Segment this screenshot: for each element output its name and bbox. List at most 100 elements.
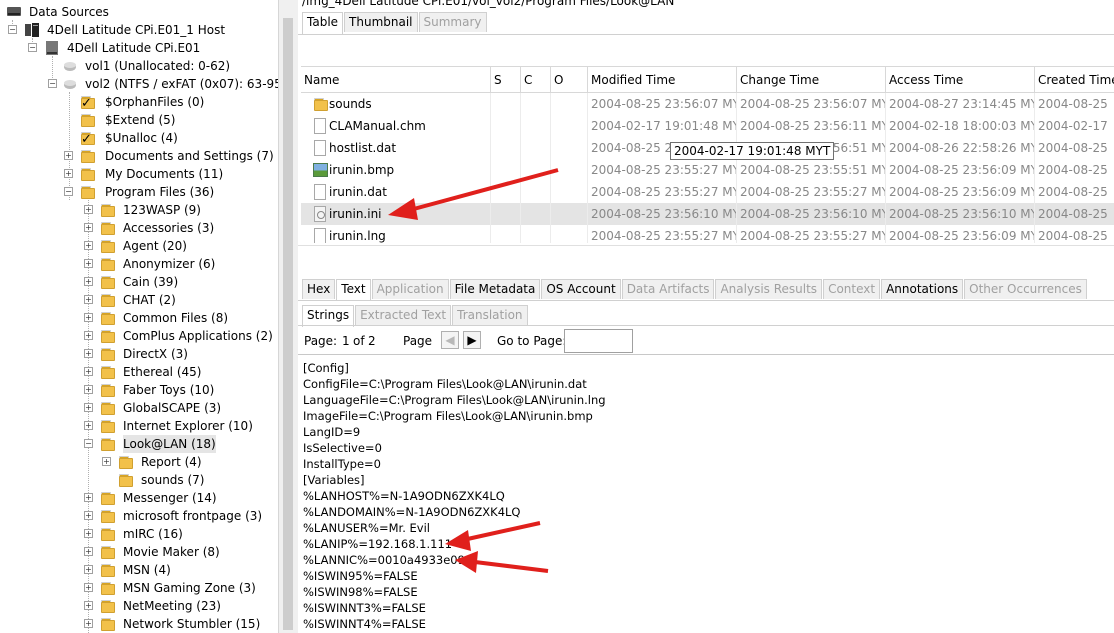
collapse-icon[interactable]: − [84,439,93,448]
tree-item-program-folder[interactable]: + ComPlus Applications (2) [84,327,274,345]
tree-item-program-folder[interactable]: + Cain (39) [84,273,274,291]
tree-item-vol1[interactable]: vol1 (Unallocated: 0-62) [46,57,276,75]
expand-icon[interactable]: + [84,385,93,394]
data-sources-tree[interactable]: Data Sources − 4Dell Latitude CPi.E01_1 … [0,0,278,633]
tree-item-program-folder[interactable]: + MSN Gaming Zone (3) [84,579,274,597]
column-header-modified-time[interactable]: Modified Time [588,67,737,93]
expand-icon[interactable]: + [84,619,93,628]
tab-translation[interactable]: Translation [452,305,528,325]
tree-item-program-folder[interactable]: + Accessories (3) [84,219,274,237]
tree-item-image[interactable]: − 4Dell Latitude CPi.E01 [26,39,276,57]
expand-icon[interactable]: + [84,511,93,520]
tab-summary[interactable]: Summary [418,12,487,32]
tree-item-program-folder[interactable]: + Anonymizer (6) [84,255,274,273]
expand-icon[interactable]: + [84,493,93,502]
expand-icon[interactable]: + [84,241,93,250]
tree-item-unalloc[interactable]: ✓ $Unalloc (4) [64,129,274,147]
expand-icon[interactable]: + [84,295,93,304]
expand-icon[interactable]: + [84,421,93,430]
tree-item-program-folder[interactable]: + GlobalSCAPE (3) [84,399,274,417]
tree-item-my-documents[interactable]: + My Documents (11) [64,165,274,183]
expand-icon[interactable]: + [84,367,93,376]
tab-other-occurrences[interactable]: Other Occurrences [964,279,1087,299]
table-row[interactable]: irunin.lng 2004-08-25 23:55:27 MYT 2004-08… [301,225,1114,243]
tree-item-program-folder[interactable]: + Network Stumbler (15) [84,615,274,633]
table-row[interactable]: irunin.bmp 2004-08-25 23:55:27 MYT 2004-08… [301,159,1114,181]
tree-item-data-sources[interactable]: Data Sources [4,3,274,21]
tab-annotations[interactable]: Annotations [881,279,964,299]
tree-item-program-folder[interactable]: + Messenger (14) [84,489,274,507]
tree-item-documents-and-settings[interactable]: + Documents and Settings (7) [64,147,274,165]
tab-thumbnail[interactable]: Thumbnail [344,12,418,32]
tab-extracted-text[interactable]: Extracted Text [355,305,452,325]
tree-item-program-folder[interactable]: + Internet Explorer (10) [84,417,274,435]
expand-icon[interactable]: + [84,277,93,286]
collapse-icon[interactable]: − [8,25,17,34]
expand-icon[interactable]: + [84,403,93,412]
expand-icon[interactable]: + [84,529,93,538]
column-header-name[interactable]: Name [301,67,491,93]
tab-application[interactable]: Application [371,279,449,299]
strings-text-area[interactable]: [Config] ConfigFile=C:\Program Files\Look… [298,354,1114,633]
expand-icon[interactable]: + [84,601,93,610]
table-row[interactable]: irunin.ini 2004-08-25 23:56:10 MYT 2004-08… [301,203,1114,225]
tree-item-program-folder[interactable]: + NetMeeting (23) [84,597,274,615]
column-header-created-time[interactable]: Created Time [1035,67,1114,93]
expand-icon[interactable]: + [84,223,93,232]
previous-page-button[interactable]: ◀ [441,331,459,349]
column-header-o[interactable]: O [551,67,588,93]
tree-item-program-folder[interactable]: + MSN (4) [84,561,274,579]
expand-icon[interactable]: + [84,547,93,556]
tab-analysis-results[interactable]: Analysis Results [715,279,823,299]
table-row[interactable]: irunin.dat 2004-08-25 23:55:27 MYT 2004-08… [301,181,1114,203]
tree-item-program-folder[interactable]: + microsoft frontpage (3) [84,507,274,525]
expand-icon[interactable]: + [84,259,93,268]
expand-icon[interactable]: + [84,583,93,592]
tab-table[interactable]: Table [302,12,344,34]
tab-data-artifacts[interactable]: Data Artifacts [621,279,715,299]
expand-icon[interactable]: + [84,313,93,322]
tree-item-lookatlan-child[interactable]: sounds (7) [102,471,272,489]
column-header-c[interactable]: C [521,67,551,93]
column-header-change-time[interactable]: Change Time [737,67,886,93]
expand-icon[interactable]: + [84,565,93,574]
tree-item-program-folder[interactable]: + Common Files (8) [84,309,274,327]
tab-file-metadata[interactable]: File Metadata [449,279,541,299]
collapse-icon[interactable]: − [28,43,37,52]
column-header-access-time[interactable]: Access Time [886,67,1035,93]
tree-item-program-folder[interactable]: − Look@LAN (18) [84,435,274,453]
tree-item-lookatlan-child[interactable]: + Report (4) [102,453,272,471]
tree-item-program-folder[interactable]: +123WASP (9) [84,201,274,219]
table-horizontal-scrollbar[interactable] [298,245,1114,265]
table-row[interactable]: CLAManual.chm 2004-02-17 19:01:48 MYT 2004… [301,115,1114,137]
tree-item-vol2[interactable]: − vol2 (NTFS / exFAT (0x07): 63-951047 [46,75,278,93]
tree-item-program-folder[interactable]: + mIRC (16) [84,525,274,543]
scroll-thumb[interactable] [283,18,293,630]
expand-icon[interactable]: + [84,349,93,358]
tree-item-program-folder[interactable]: + DirectX (3) [84,345,274,363]
tree-item-orphanfiles[interactable]: ✓ $OrphanFiles (0) [64,93,274,111]
tab-text[interactable]: Text [336,279,371,301]
next-page-button[interactable]: ▶ [463,331,481,349]
go-to-page-input[interactable] [564,329,633,353]
tree-item-program-folder[interactable]: + Faber Toys (10) [84,381,274,399]
collapse-icon[interactable]: − [64,187,73,196]
expand-icon[interactable]: + [84,205,93,214]
tree-item-program-folder[interactable]: + CHAT (2) [84,291,274,309]
tree-item-program-folder[interactable]: + Movie Maker (8) [84,543,274,561]
tree-item-program-folder[interactable]: + Agent (20) [84,237,274,255]
tab-os-account[interactable]: OS Account [541,279,621,299]
tree-item-extend[interactable]: $Extend (5) [64,111,274,129]
expand-icon[interactable]: + [64,151,73,160]
tab-context[interactable]: Context [823,279,881,299]
tree-scrollbar[interactable] [278,0,298,633]
tree-item-program-files[interactable]: − Program Files (36) [64,183,274,201]
table-row[interactable]: sounds 2004-08-25 23:56:07 MYT 2004-08-25 … [301,93,1114,115]
expand-icon[interactable]: + [64,169,73,178]
tab-hex[interactable]: Hex [302,279,336,299]
tree-item-program-folder[interactable]: + Ethereal (45) [84,363,274,381]
expand-icon[interactable]: + [84,331,93,340]
collapse-icon[interactable]: − [48,79,57,88]
tree-item-host[interactable]: − 4Dell Latitude CPi.E01_1 Host [6,21,274,39]
expand-icon[interactable]: + [102,457,111,466]
